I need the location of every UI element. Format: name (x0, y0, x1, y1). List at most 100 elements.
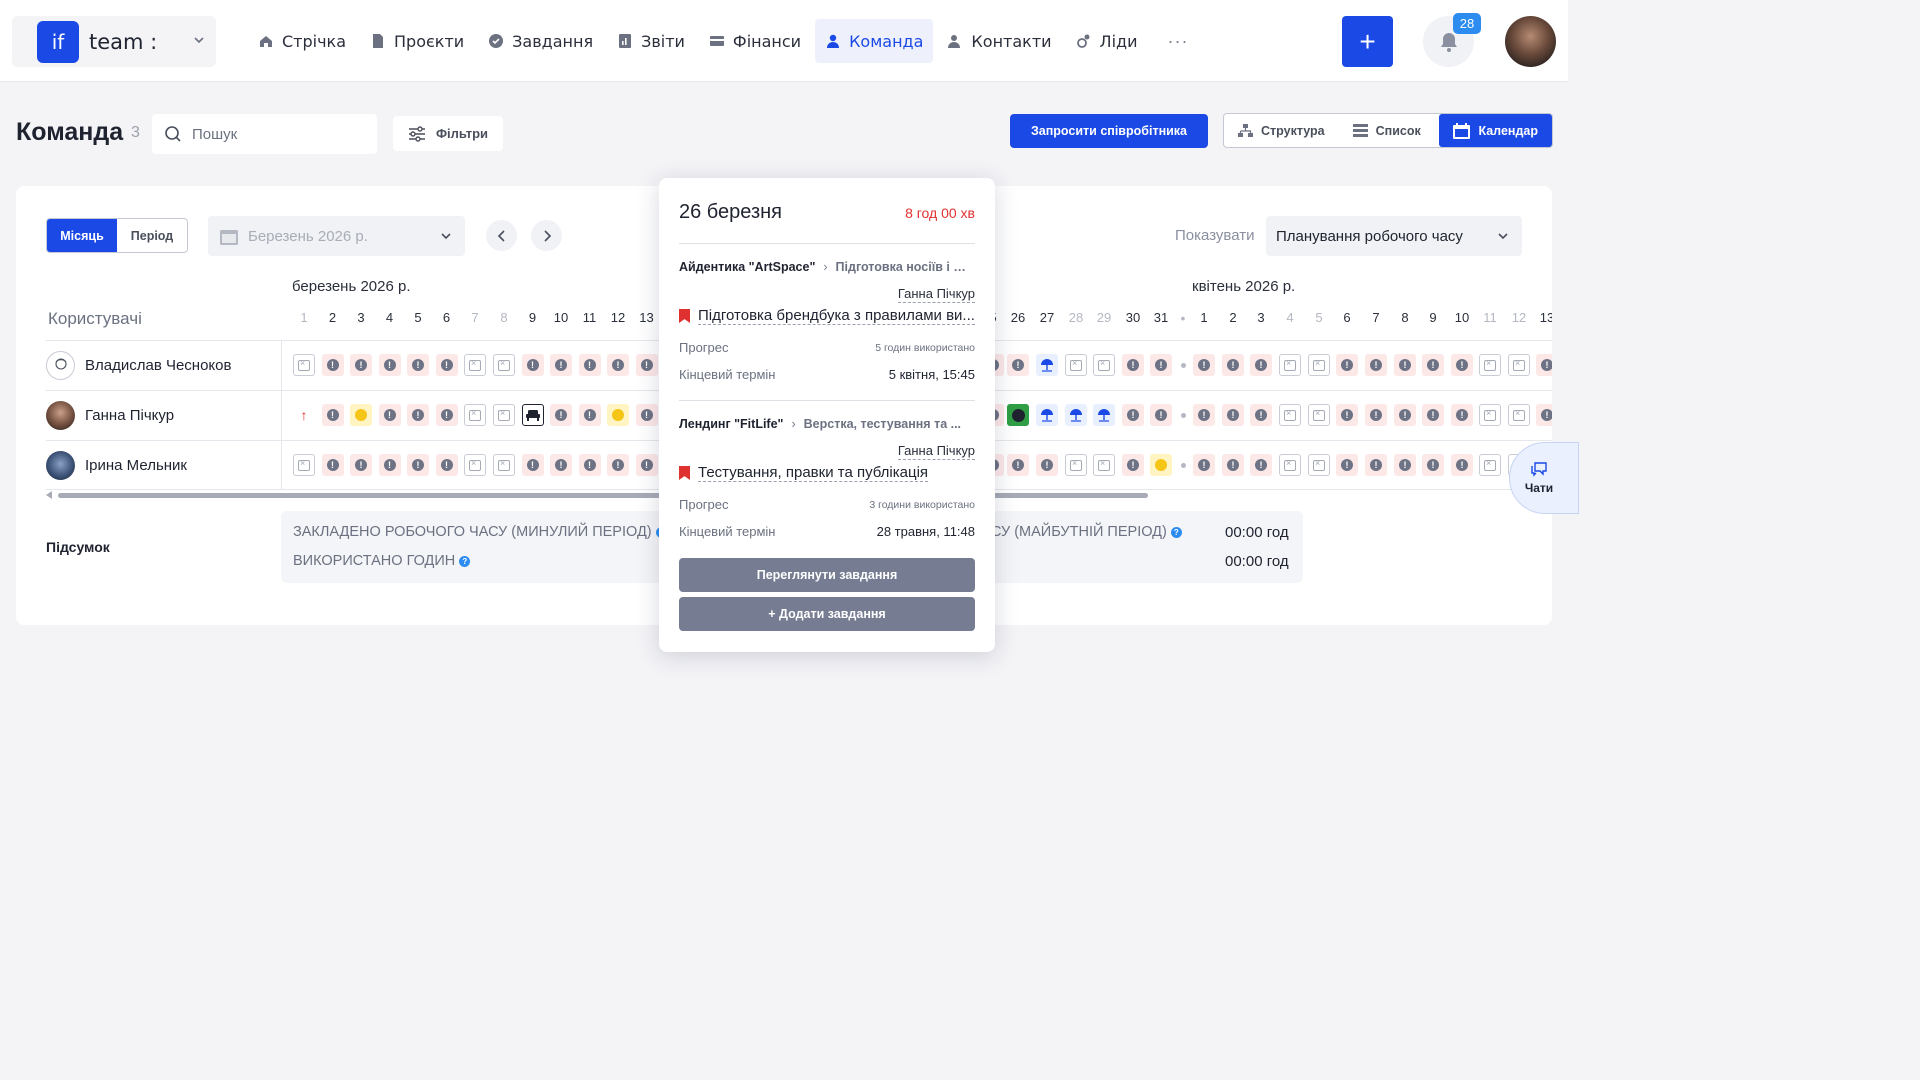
nav-tasks[interactable]: Завдання (478, 19, 603, 63)
absence-cell[interactable]: ! (1365, 404, 1387, 426)
absence-cell[interactable]: ! (1122, 404, 1144, 426)
nav-feed[interactable]: Стрічка (248, 19, 356, 63)
nav-team[interactable]: Команда (815, 19, 934, 63)
day-off-cell[interactable] (1065, 454, 1087, 476)
view-list[interactable]: Список (1339, 114, 1435, 147)
filters-button[interactable]: Фільтри (393, 116, 503, 151)
absence-cell[interactable]: ! (635, 354, 658, 376)
absence-cell[interactable]: ! (550, 354, 572, 376)
absence-cell[interactable]: ! (550, 454, 572, 476)
chats-button[interactable]: Чати (1509, 442, 1579, 514)
partial-cell[interactable] (1150, 454, 1172, 476)
partial-cell[interactable] (607, 404, 629, 426)
day-off-cell[interactable] (1279, 354, 1301, 376)
absence-cell[interactable]: ! (1336, 454, 1358, 476)
absence-cell[interactable]: ! (1150, 354, 1172, 376)
absence-cell[interactable]: ! (1422, 404, 1444, 426)
day-off-cell[interactable] (1279, 404, 1301, 426)
profile-avatar[interactable] (1505, 16, 1556, 67)
nav-projects[interactable]: Проєкти (360, 19, 474, 63)
day-off-cell[interactable] (1065, 354, 1087, 376)
absence-cell[interactable]: ! (578, 454, 601, 476)
absence-cell[interactable]: ! (1394, 404, 1416, 426)
absence-cell[interactable]: ! (550, 404, 572, 426)
day-off-cell[interactable] (493, 354, 515, 376)
day-off-cell[interactable] (1308, 354, 1330, 376)
user-row[interactable]: Ганна Пічкур (46, 390, 174, 440)
assignee-name[interactable]: Ганна Пічкур (897, 286, 975, 303)
overtime-cell[interactable]: ↑ (293, 404, 315, 426)
subtask-link[interactable]: Верстка, тестування та ... (804, 417, 961, 431)
day-off-cell[interactable] (1479, 354, 1501, 376)
absence-cell[interactable]: ! (1365, 454, 1387, 476)
day-off-cell[interactable] (493, 454, 515, 476)
team-switcher[interactable]: if team : (12, 16, 216, 67)
absence-cell[interactable]: ! (1365, 354, 1387, 376)
next-month-button[interactable] (531, 220, 562, 251)
search-box[interactable] (152, 114, 377, 154)
mode-period[interactable]: Період (117, 219, 187, 252)
nav-reports[interactable]: Звіти (607, 19, 695, 63)
day-off-cell[interactable] (1508, 354, 1530, 376)
nav-more-button[interactable]: ··· (1151, 19, 1204, 63)
absence-cell[interactable]: ! (635, 454, 658, 476)
create-button[interactable]: + (1342, 16, 1393, 67)
help-icon[interactable]: ? (459, 556, 471, 567)
day-off-cell[interactable] (1279, 454, 1301, 476)
day-off-cell[interactable] (464, 454, 486, 476)
absence-cell[interactable]: ! (407, 454, 429, 476)
day-off-cell[interactable] (1308, 454, 1330, 476)
help-icon[interactable]: ? (1170, 527, 1182, 538)
absence-cell[interactable]: ! (1451, 354, 1473, 376)
absence-cell[interactable]: ! (1193, 404, 1215, 426)
day-off-cell[interactable] (1093, 454, 1115, 476)
absence-cell[interactable]: ! (1451, 454, 1473, 476)
view-structure[interactable]: Структура (1224, 114, 1339, 147)
scroll-left-icon[interactable] (46, 491, 52, 499)
day-off-cell[interactable] (1479, 454, 1501, 476)
absence-cell[interactable]: ! (407, 404, 429, 426)
day-off-cell[interactable] (1508, 404, 1530, 426)
leave-cell[interactable] (521, 404, 544, 426)
absence-cell[interactable]: ! (607, 354, 629, 376)
absence-cell[interactable]: ! (1036, 454, 1058, 476)
invite-employee-button[interactable]: Запросити співробітника (1010, 114, 1208, 148)
absence-cell[interactable]: ! (1122, 454, 1144, 476)
add-task-button[interactable]: + Додати завдання (679, 597, 975, 631)
absence-cell[interactable]: ! (435, 354, 458, 376)
absence-cell[interactable]: ! (321, 404, 344, 426)
absence-cell[interactable]: ! (1536, 354, 1552, 376)
absence-cell[interactable]: ! (521, 454, 544, 476)
view-tasks-button[interactable]: Переглянути завдання (679, 558, 975, 592)
day-off-cell[interactable] (464, 404, 486, 426)
search-input[interactable] (192, 125, 362, 143)
absence-cell[interactable]: ! (1150, 404, 1172, 426)
absence-cell[interactable]: ! (1536, 404, 1552, 426)
user-row[interactable]: Ірина Мельник (46, 440, 187, 490)
absence-cell[interactable]: ! (578, 354, 601, 376)
vacation-cell[interactable] (1065, 404, 1087, 426)
absence-cell[interactable]: ! (1250, 454, 1272, 476)
prev-month-button[interactable] (486, 220, 517, 251)
day-off-cell[interactable] (293, 454, 315, 476)
absence-cell[interactable]: ! (1193, 454, 1215, 476)
absence-cell[interactable]: ! (1122, 354, 1144, 376)
vacation-cell[interactable] (1036, 404, 1058, 426)
vacation-cell[interactable] (1093, 404, 1115, 426)
absence-cell[interactable]: ! (1394, 454, 1416, 476)
absence-cell[interactable]: ! (378, 454, 401, 476)
absence-cell[interactable]: ! (407, 354, 429, 376)
absence-cell[interactable]: ! (521, 354, 544, 376)
subtask-link[interactable]: Підготовка носіїв і фіна... (836, 260, 975, 274)
absence-cell[interactable]: ! (1193, 354, 1215, 376)
absence-cell[interactable]: ! (321, 354, 344, 376)
partial-cell[interactable] (350, 404, 372, 426)
absence-cell[interactable]: ! (635, 404, 658, 426)
absence-cell[interactable]: ! (435, 454, 458, 476)
nav-leads[interactable]: Ліди (1066, 19, 1148, 63)
absence-cell[interactable]: ! (350, 454, 372, 476)
absence-cell[interactable]: ! (1336, 354, 1358, 376)
absence-cell[interactable]: ! (607, 454, 629, 476)
nav-contacts[interactable]: Контакти (937, 19, 1061, 63)
vacation-cell[interactable] (1036, 354, 1058, 376)
